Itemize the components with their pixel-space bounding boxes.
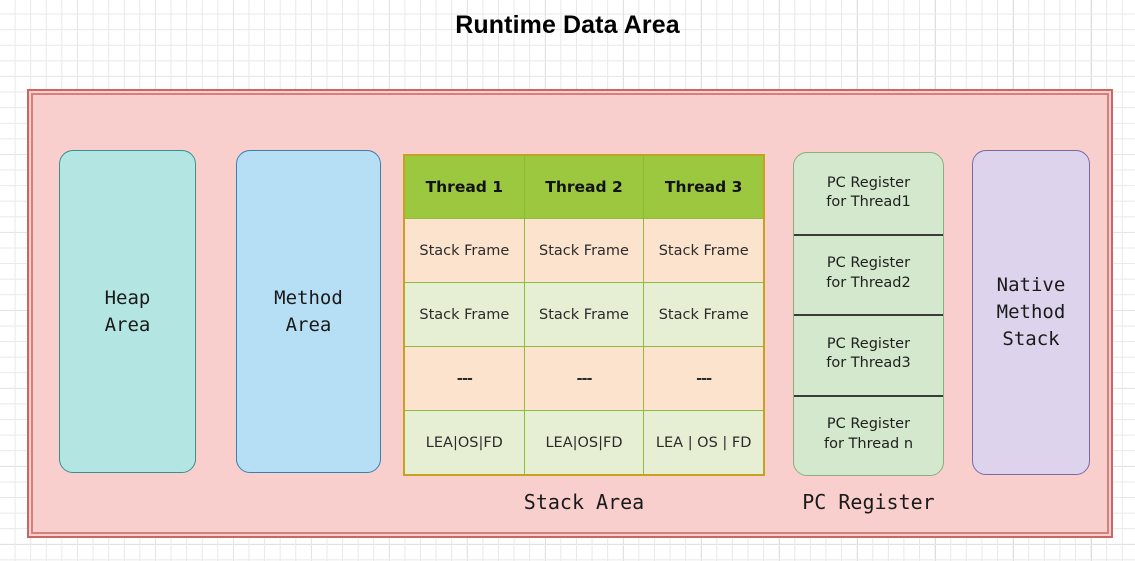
table-cell-r0c0: Stack Frame xyxy=(405,218,525,282)
heap-area-box: Heap Area xyxy=(59,150,196,473)
table-header-thread-1: Thread 1 xyxy=(405,156,525,218)
method-area-box: Method Area xyxy=(236,150,381,473)
table-header-thread-2: Thread 2 xyxy=(524,156,645,218)
table-cell-r2c2: --- xyxy=(644,346,764,410)
diagram-canvas: Runtime Data Area Heap Area Method Area … xyxy=(0,0,1135,561)
table-cell-r3c0: LEA|OS|FD xyxy=(405,410,525,474)
table-row: Stack Frame Stack Frame Stack Frame xyxy=(405,282,764,346)
native-method-stack-box: Native Method Stack xyxy=(972,150,1090,475)
stack-area-caption: Stack Area xyxy=(523,490,645,514)
native-method-stack-label: Native Method Stack xyxy=(996,274,1066,350)
table-cell-r1c0: Stack Frame xyxy=(405,282,525,346)
page-title: Runtime Data Area xyxy=(455,11,680,39)
pc-register-cell-threadn: PC Register for Thread n xyxy=(794,394,943,476)
pc-register-box: PC Register for Thread1 PC Register for … xyxy=(793,152,944,476)
table-cell-r3c2: LEA | OS | FD xyxy=(644,410,764,474)
pc-register-cell-thread3: PC Register for Thread3 xyxy=(794,314,943,395)
pc-register-cell-thread1: PC Register for Thread1 xyxy=(826,174,911,211)
runtime-data-area-container: Heap Area Method Area Thread 1 Thread 2 … xyxy=(27,89,1113,538)
table-cell-r0c1: Stack Frame xyxy=(524,218,645,282)
table-cell-r1c1: Stack Frame xyxy=(524,282,645,346)
table-cell-r1c2: Stack Frame xyxy=(644,282,764,346)
table-row: --- --- --- xyxy=(405,346,764,410)
table-cell-r0c2: Stack Frame xyxy=(644,218,764,282)
stack-area-table: Thread 1 Thread 2 Thread 3 Stack Frame S… xyxy=(403,154,765,476)
pc-register-cell-thread2: PC Register for Thread2 xyxy=(794,233,943,315)
table-header-row: Thread 1 Thread 2 Thread 3 xyxy=(405,156,764,218)
table-cell-r3c1: LEA|OS|FD xyxy=(524,410,645,474)
table-cell-r2c0: --- xyxy=(405,346,525,410)
heap-area-label: Heap Area xyxy=(104,286,151,336)
method-area-label: Method Area xyxy=(274,286,343,336)
table-row: Stack Frame Stack Frame Stack Frame xyxy=(405,218,764,282)
table-row: LEA|OS|FD LEA|OS|FD LEA | OS | FD xyxy=(405,410,764,474)
pc-register-caption: PC Register xyxy=(802,490,935,514)
table-cell-r2c1: --- xyxy=(524,346,645,410)
table-header-thread-3: Thread 3 xyxy=(644,156,764,218)
